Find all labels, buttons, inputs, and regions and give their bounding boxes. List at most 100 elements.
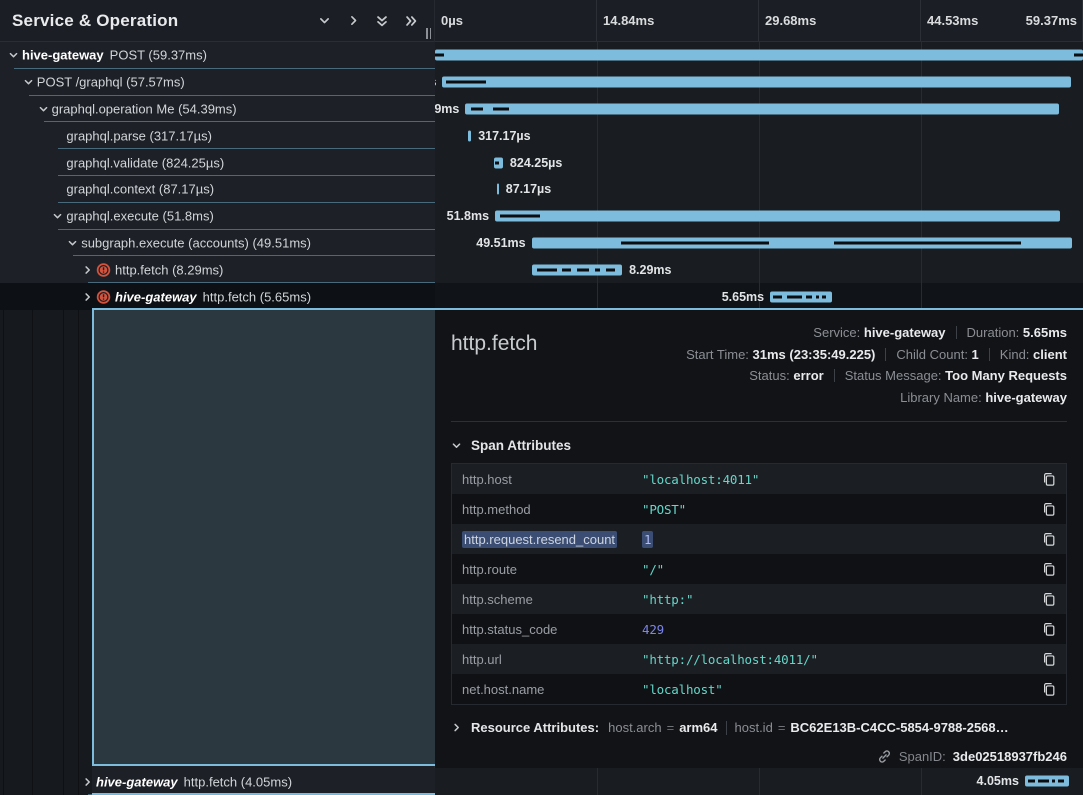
attribute-value: "http:" [642,592,1032,607]
copy-icon[interactable] [1032,651,1066,667]
tree-row[interactable]: hive-gatewayhttp.fetch (5.65ms) [0,283,435,310]
attribute-value: "/" [642,562,1032,577]
chevron-down-icon[interactable] [23,77,34,88]
service-operation-title: Service & Operation [12,11,306,31]
axis-tick-label: 59.37ms [1026,0,1077,41]
span-duration-bar[interactable] [770,291,832,302]
resource-attributes-preview: host.arch=arm64 host.id=BC62E13B-C4CC-585… [608,720,1009,735]
span-attributes-header[interactable]: Span Attributes [451,438,1067,453]
attribute-row: http.url"http://localhost:4011/" [452,644,1066,674]
attribute-row: http.status_code429 [452,614,1066,644]
trace-viewer: Service & Operation hive-gatewayPOST (59… [0,0,1083,795]
chevron-right-icon[interactable] [82,264,93,275]
span-duration-bar[interactable] [465,103,1059,114]
tree-indent-guides [0,310,92,795]
attribute-row: http.method"POST" [452,494,1066,524]
span-duration-bar[interactable] [532,237,1072,248]
attribute-value: 1 [642,532,1032,547]
span-name-label: hive-gatewayhttp.fetch (4.05ms) [96,774,292,789]
attribute-key: http.host [462,472,642,487]
copy-icon[interactable] [1032,681,1066,697]
chevron-down-icon[interactable] [67,237,78,248]
tree-row[interactable]: POST /graphql (57.57ms) [0,69,435,96]
chevron-right-icon[interactable] [82,291,93,302]
chevron-right-icon[interactable] [342,10,364,32]
span-id-label: SpanID: [899,749,946,764]
span-duration-bar[interactable] [1025,776,1069,787]
link-icon[interactable] [877,749,892,764]
copy-icon[interactable] [1032,471,1066,487]
span-name-panel: Service & Operation hive-gatewayPOST (59… [0,0,435,795]
span-id-row: SpanID: 3de02518937fb246 [451,749,1067,764]
axis-tick-label: 14.84ms [597,0,759,41]
span-id-value: 3de02518937fb246 [953,749,1067,764]
span-duration-bar[interactable] [494,157,503,168]
span-duration-bar[interactable] [442,77,1070,88]
span-duration-bar[interactable] [468,130,471,141]
chevron-right-icon[interactable] [82,776,93,787]
attribute-key: http.scheme [462,592,642,607]
span-name-label: graphql.execute (51.8ms) [66,209,213,224]
chevron-down-icon[interactable] [38,103,49,114]
span-duration-label: 5.65ms [722,290,764,304]
error-icon [96,289,111,304]
attribute-row: http.host"localhost:4011" [452,464,1066,494]
attribute-key: http.route [462,562,642,577]
tree-row[interactable]: graphql.execute (51.8ms) [0,203,435,230]
copy-icon[interactable] [1032,621,1066,637]
span-detail-panel: http.fetch Service: hive-gatewayDuration… [435,310,1083,768]
chevrons-right-icon[interactable] [400,10,422,32]
span-detail-meta: Service: hive-gatewayDuration: 5.65msSta… [686,322,1067,408]
selected-span-subtree-area [92,310,435,766]
attribute-value: "http://localhost:4011/" [642,652,1032,667]
span-duration-bar[interactable] [495,211,1060,222]
chevrons-down-icon[interactable] [371,10,393,32]
attribute-key: http.request.resend_count [462,532,642,547]
copy-icon[interactable] [1032,591,1066,607]
chevron-down-icon[interactable] [52,211,63,222]
bottom-span-name-row[interactable]: hive-gatewayhttp.fetch (4.05ms) [0,768,435,795]
tree-row[interactable]: subgraph.execute (accounts) (49.51ms) [0,230,435,257]
span-name-label: hive-gatewayPOST (59.37ms) [22,48,207,63]
tree-row[interactable]: graphql.operation Me (54.39ms) [0,96,435,123]
chevron-down-icon[interactable] [8,50,19,61]
span-duration-label: 317.17µs [478,129,530,143]
span-attributes-table: http.host"localhost:4011"http.method"POS… [451,463,1067,705]
attribute-value: "localhost:4011" [642,472,1032,487]
attribute-value: "POST" [642,502,1032,517]
resource-attribute-pair: host.id=BC62E13B-C4CC-5854-9788-2568… [735,720,1009,735]
copy-icon[interactable] [1032,531,1066,547]
tree-row[interactable]: hive-gatewayPOST (59.37ms) [0,42,435,69]
span-name-label: graphql.context (87.17µs) [66,182,214,197]
attribute-row: net.host.name"localhost" [452,674,1066,704]
attribute-key: http.url [462,652,642,667]
span-tree: hive-gatewayPOST (59.37ms) POST /graphql … [0,42,435,310]
span-name-label: hive-gatewayhttp.fetch (5.65ms) [115,289,311,304]
axis-tick-label: 29.68ms [759,0,921,41]
detail-meta-line: Service: hive-gatewayDuration: 5.65ms [686,322,1067,344]
span-name-label: graphql.validate (824.25µs) [66,155,224,170]
span-duration-bar[interactable] [435,50,1083,61]
span-duration-label: 49.51ms [476,236,525,250]
panel-resize-handle[interactable] [426,28,431,39]
resource-attributes-row[interactable]: Resource Attributes: host.arch=arm64host… [451,720,1067,735]
service-operation-header: Service & Operation [0,0,434,42]
chevron-down-icon[interactable] [313,10,335,32]
tree-row[interactable]: graphql.validate (824.25µs) [0,149,435,176]
attribute-key: http.status_code [462,622,642,637]
tree-row[interactable]: graphql.parse (317.17µs) [0,122,435,149]
tree-row[interactable]: graphql.context (87.17µs) [0,176,435,203]
resource-attribute-pair: host.arch=arm64 [608,720,717,735]
bottom-timeline-row: 4.05ms [435,768,1083,795]
span-duration-bar[interactable] [497,184,499,195]
tree-row[interactable]: http.fetch (8.29ms) [0,256,435,283]
span-duration-bar[interactable] [532,264,622,275]
resource-attributes-title: Resource Attributes: [471,720,599,735]
span-attributes-title: Span Attributes [471,438,571,453]
copy-icon[interactable] [1032,561,1066,577]
span-duration-label: 4.05ms [977,774,1019,788]
copy-icon[interactable] [1032,501,1066,517]
chevron-right-icon [451,722,462,733]
span-duration-label: 824.25µs [510,156,562,170]
span-duration-label: 8.29ms [629,263,671,277]
